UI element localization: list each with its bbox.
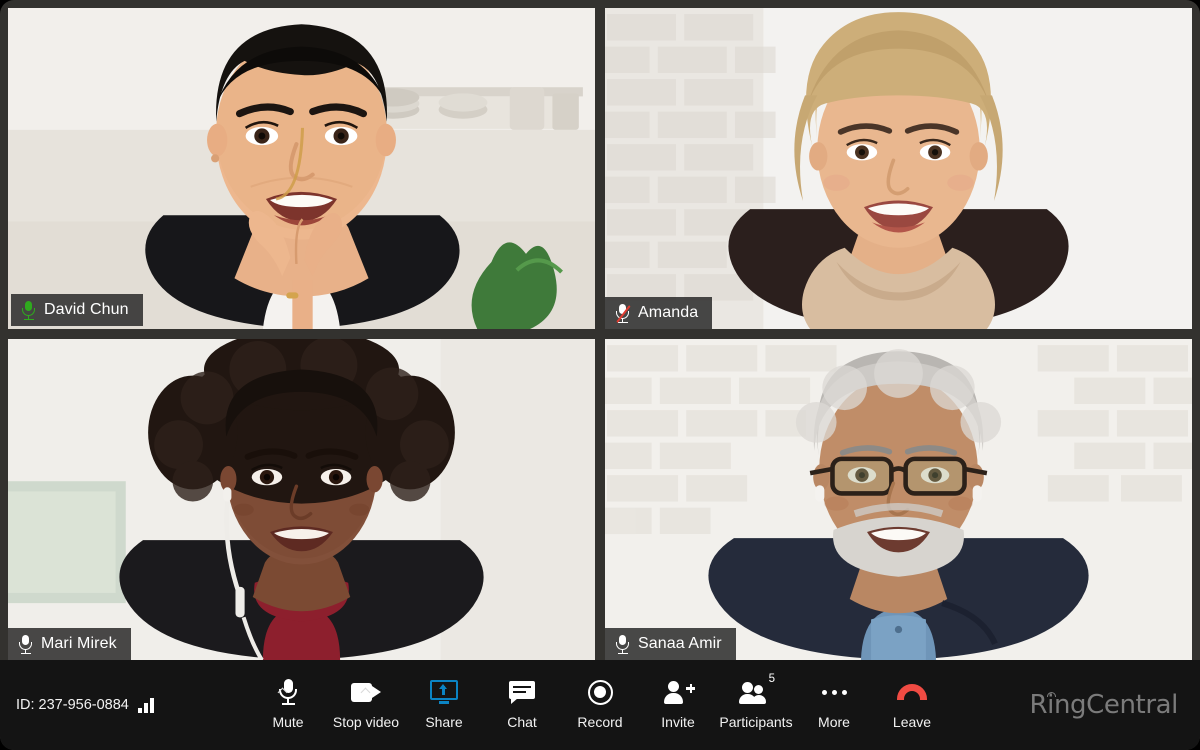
share-label: Share <box>425 714 463 730</box>
chat-label: Chat <box>507 714 537 730</box>
chevron-up-icon[interactable] <box>362 686 371 695</box>
chevron-up-icon[interactable] <box>279 686 288 695</box>
mute-button[interactable]: Mute <box>249 669 327 741</box>
toolbar-controls: Mute Stop video Share Chat Record Invite… <box>0 660 1200 750</box>
video-image-david-chun <box>8 8 595 329</box>
video-feed-mari-mirek <box>8 339 595 660</box>
video-camera-icon <box>351 677 381 707</box>
participants-label: Participants <box>719 714 793 730</box>
invite-button[interactable]: Invite <box>639 669 717 741</box>
people-icon: 5 <box>739 672 775 707</box>
participant-name: Mari Mirek <box>41 635 117 652</box>
video-tile-grid: David Chun Amanda Mari Mirek Sanaa Amir <box>8 8 1192 660</box>
nameplate-amanda: Amanda <box>605 297 713 329</box>
video-feed-amanda <box>605 8 1192 329</box>
ringcentral-logo: RingCentral <box>1029 690 1178 720</box>
video-tile-david-chun[interactable]: David Chun <box>8 8 595 329</box>
ellipsis-icon <box>821 677 847 707</box>
stop-video-button[interactable]: Stop video <box>327 669 405 741</box>
leave-label: Leave <box>892 714 932 730</box>
more-button[interactable]: More <box>795 669 873 741</box>
chat-button[interactable]: Chat <box>483 669 561 741</box>
share-screen-icon <box>430 677 458 707</box>
nameplate-david-chun: David Chun <box>11 294 143 326</box>
share-button[interactable]: Share <box>405 669 483 741</box>
record-button[interactable]: Record <box>561 669 639 741</box>
nameplate-mari-mirek: Mari Mirek <box>8 628 131 660</box>
microphone-icon <box>615 634 630 655</box>
participant-name: Sanaa Amir <box>638 635 722 652</box>
video-tile-mari-mirek[interactable]: Mari Mirek <box>8 339 595 660</box>
record-label: Record <box>577 714 623 730</box>
video-image-amanda <box>605 8 1192 329</box>
mute-label: Mute <box>272 714 304 730</box>
video-tile-amanda[interactable]: Amanda <box>605 8 1192 329</box>
stop-video-label: Stop video <box>332 714 400 730</box>
microphone-icon <box>278 677 298 707</box>
chat-bubble-icon <box>509 677 535 707</box>
microphone-icon <box>21 300 36 321</box>
meeting-toolbar: ID: 237-956-0884 Mute Stop video Share C… <box>0 660 1200 750</box>
participant-name: David Chun <box>44 301 129 318</box>
more-label: More <box>818 714 850 730</box>
participants-button[interactable]: 5 Participants <box>717 669 795 741</box>
record-circle-icon <box>587 677 613 707</box>
brand-arc-icon <box>1047 692 1057 697</box>
video-tile-sanaa-amir[interactable]: Sanaa Amir <box>605 339 1192 660</box>
leave-button[interactable]: Leave <box>873 669 951 741</box>
person-add-icon <box>664 677 696 707</box>
participant-name: Amanda <box>638 304 699 321</box>
invite-label: Invite <box>661 714 695 730</box>
microphone-muted-icon <box>615 303 631 324</box>
meeting-window-frame: David Chun Amanda Mari Mirek Sanaa Amir … <box>0 0 1200 750</box>
nameplate-sanaa-amir: Sanaa Amir <box>605 628 736 660</box>
video-feed-david-chun <box>8 8 595 329</box>
ringcentral-meeting-window: David Chun Amanda Mari Mirek Sanaa Amir … <box>0 0 1200 750</box>
video-image-sanaa-amir <box>605 339 1192 660</box>
microphone-icon <box>18 634 33 655</box>
video-image-mari-mirek <box>8 339 595 660</box>
video-feed-sanaa-amir <box>605 339 1192 660</box>
phone-hangup-icon <box>897 677 927 707</box>
participants-count-badge: 5 <box>768 672 775 685</box>
